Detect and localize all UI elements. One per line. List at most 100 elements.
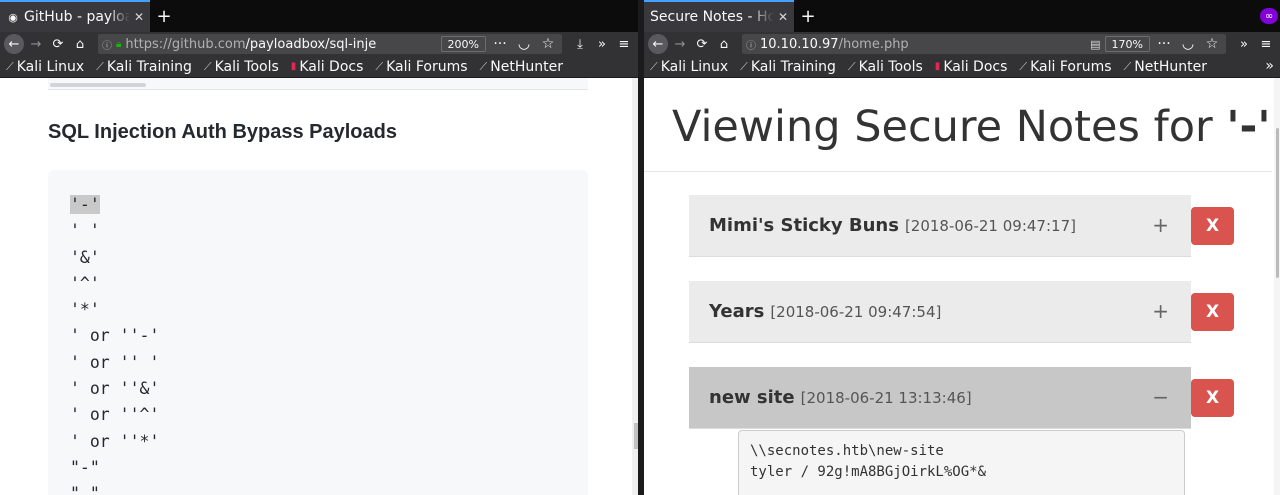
payload-line: ' or ''-' (70, 326, 160, 346)
reload-button[interactable]: ⟳ (692, 34, 712, 54)
info-icon[interactable]: ⓘ (102, 37, 112, 52)
overflow-chevron-icon[interactable]: » (1234, 34, 1254, 54)
tab-github[interactable]: ◉ GitHub - payloadbox/sql-injection-payl… (0, 0, 150, 32)
forward-button[interactable]: → (670, 34, 690, 54)
info-icon[interactable]: ⓘ (746, 37, 756, 52)
bookmark-star-icon[interactable]: ☆ (538, 36, 558, 52)
secure-notes-page: Viewing Secure Notes for '-' Mimi's Stic… (644, 78, 1280, 495)
bookmark-nethunter[interactable]: ⟋ NetHunter (480, 59, 563, 75)
payload-line: ' or '' ' (70, 352, 160, 372)
horizontal-scrollbar[interactable] (48, 78, 588, 90)
close-tab-icon[interactable]: ✕ (134, 10, 144, 24)
bookmarks-toolbar: ⟋ Kali Linux ⟋ Kali Training ⟋ Kali Tools ▮… (0, 56, 638, 78)
back-button[interactable]: ← (648, 34, 668, 54)
kali-dragon-icon: ⟋ (96, 59, 104, 73)
note-title: Mimi's Sticky Buns (709, 215, 899, 236)
payload-line: "-" (70, 457, 100, 477)
kali-dragon-icon: ⟋ (6, 59, 14, 73)
note-header[interactable]: Years [2018-06-21 09:47:54] + (689, 281, 1191, 343)
payload-line: '&' (70, 247, 100, 267)
payload-line: ' ' (70, 221, 100, 241)
bookmark-kali-forums[interactable]: ⟋ Kali Forums (375, 59, 467, 75)
delete-note-button[interactable]: X (1191, 207, 1234, 245)
github-icon: ◉ (8, 10, 18, 24)
bookmark-kali-training[interactable]: ⟋ Kali Training (740, 59, 836, 75)
scroll-thumb[interactable] (1276, 128, 1279, 278)
expand-icon[interactable]: + (1152, 213, 1169, 237)
delete-note-button[interactable]: X (1191, 293, 1234, 331)
payload-line: '*' (70, 300, 100, 320)
home-button[interactable]: ⌂ (714, 34, 734, 54)
hamburger-menu-icon[interactable]: ≡ (614, 34, 634, 54)
page-actions-icon[interactable]: ··· (490, 36, 510, 52)
url-bar[interactable]: ⓘ 🔒︎ https://github.com/payloadbox/sql-i… (98, 34, 562, 54)
kali-dragon-icon: ⟋ (1123, 59, 1132, 73)
forward-button[interactable]: → (26, 34, 46, 54)
page-actions-icon[interactable]: ··· (1154, 36, 1174, 52)
expand-icon[interactable]: + (1152, 299, 1169, 323)
scroll-thumb[interactable] (50, 83, 146, 87)
bookmark-kali-training[interactable]: ⟋ Kali Training (96, 59, 192, 75)
kali-dragon-icon: ⟋ (203, 59, 212, 73)
nav-toolbar: ← → ⟳ ⌂ ⓘ 10.10.10.97/home.php ▤ 170% ··… (644, 32, 1280, 56)
url-text[interactable]: https://github.com/payloadbox/sql-inje (125, 37, 436, 52)
payload-line: '-' (70, 192, 566, 218)
vertical-scrollbar[interactable] (1274, 78, 1280, 495)
zoom-indicator[interactable]: 200% (440, 36, 486, 52)
new-tab-button[interactable]: + (150, 0, 178, 32)
kali-dragon-icon: ⟋ (847, 59, 856, 73)
bookmark-nethunter[interactable]: ⟋ NetHunter (1124, 59, 1207, 75)
collapse-icon[interactable]: − (1152, 385, 1169, 409)
overflow-chevron-icon[interactable]: » (592, 34, 612, 54)
pdf-icon: ▮ (290, 61, 297, 72)
payload-line: " " (70, 484, 100, 495)
github-page: SQL Injection Auth Bypass Payloads '-' ' … (0, 78, 638, 495)
selected-text: '-' (70, 195, 100, 214)
kali-dragon-icon: ⟋ (375, 59, 384, 73)
url-bar[interactable]: ⓘ 10.10.10.97/home.php ▤ 170% ··· ◡ ☆ (742, 34, 1226, 54)
note-body: \\secnotes.htb\new-site tyler / 92g!mA8B… (738, 430, 1185, 495)
payload-line: ' or ''^' (70, 405, 160, 425)
pocket-icon[interactable]: ◡ (1178, 36, 1198, 52)
reader-view-icon[interactable]: ▤ (1090, 38, 1100, 51)
payload-code-block: '-' ' ' '&' '^' '*' ' or ''-' ' or '' ' ' or ''… (48, 170, 588, 495)
bookmark-kali-docs[interactable]: ▮ Kali Docs (291, 59, 364, 75)
kali-dragon-icon: ⟋ (1019, 59, 1028, 73)
note-title: new site (709, 387, 795, 408)
tab-strip: Secure Notes - Home ✕ + ∞ (644, 0, 1280, 32)
right-browser-window: Secure Notes - Home ✕ + ∞ ← → ⟳ ⌂ ⓘ 10.1… (644, 0, 1280, 495)
bookmark-kali-tools[interactable]: ⟋ Kali Tools (204, 59, 279, 75)
bookmarks-toolbar: ⟋ Kali Linux ⟋ Kali Training ⟋ Kali Tools ▮… (644, 56, 1280, 78)
bookmark-kali-forums[interactable]: ⟋ Kali Forums (1019, 59, 1111, 75)
payload-line: ' or ''*' (70, 431, 160, 451)
note-date: [2018-06-21 09:47:54] (770, 302, 942, 321)
bookmark-kali-docs[interactable]: ▮ Kali Docs (935, 59, 1008, 75)
reload-button[interactable]: ⟳ (48, 34, 68, 54)
bookmark-kali-tools[interactable]: ⟋ Kali Tools (848, 59, 923, 75)
left-browser-window: ◉ GitHub - payloadbox/sql-injection-payl… (0, 0, 638, 495)
note-header[interactable]: Mimi's Sticky Buns [2018-06-21 09:47:17]… (689, 195, 1191, 257)
bookmarks-overflow-icon[interactable]: » (1265, 58, 1274, 74)
zoom-indicator[interactable]: 170% (1104, 36, 1150, 52)
bookmark-kali-linux[interactable]: ⟋ Kali Linux (650, 59, 728, 75)
hamburger-menu-icon[interactable]: ≡ (1256, 34, 1276, 54)
home-button[interactable]: ⌂ (70, 34, 90, 54)
kali-dragon-icon: ⟋ (479, 59, 488, 73)
tab-title: Secure Notes - Home (650, 9, 774, 25)
download-icon[interactable]: ⤓ (570, 34, 590, 54)
payload-line: ' or ''&' (70, 379, 160, 399)
tab-secure-notes[interactable]: Secure Notes - Home ✕ (644, 0, 794, 32)
nav-toolbar: ← → ⟳ ⌂ ⓘ 🔒︎ https://github.com/payloadb… (0, 32, 638, 56)
back-button[interactable]: ← (4, 34, 24, 54)
close-tab-icon[interactable]: ✕ (778, 10, 788, 24)
bookmark-kali-linux[interactable]: ⟋ Kali Linux (6, 59, 84, 75)
note-header[interactable]: new site [2018-06-21 13:13:46] − (689, 367, 1191, 429)
delete-note-button[interactable]: X (1191, 379, 1234, 417)
private-browsing-icon: ∞ (1260, 8, 1278, 24)
url-text[interactable]: 10.10.10.97/home.php (760, 37, 1086, 52)
bookmark-star-icon[interactable]: ☆ (1202, 36, 1222, 52)
new-tab-button[interactable]: + (794, 0, 822, 32)
username: '-' (1226, 102, 1271, 152)
pocket-icon[interactable]: ◡ (514, 36, 534, 52)
kali-dragon-icon: ⟋ (740, 59, 748, 73)
